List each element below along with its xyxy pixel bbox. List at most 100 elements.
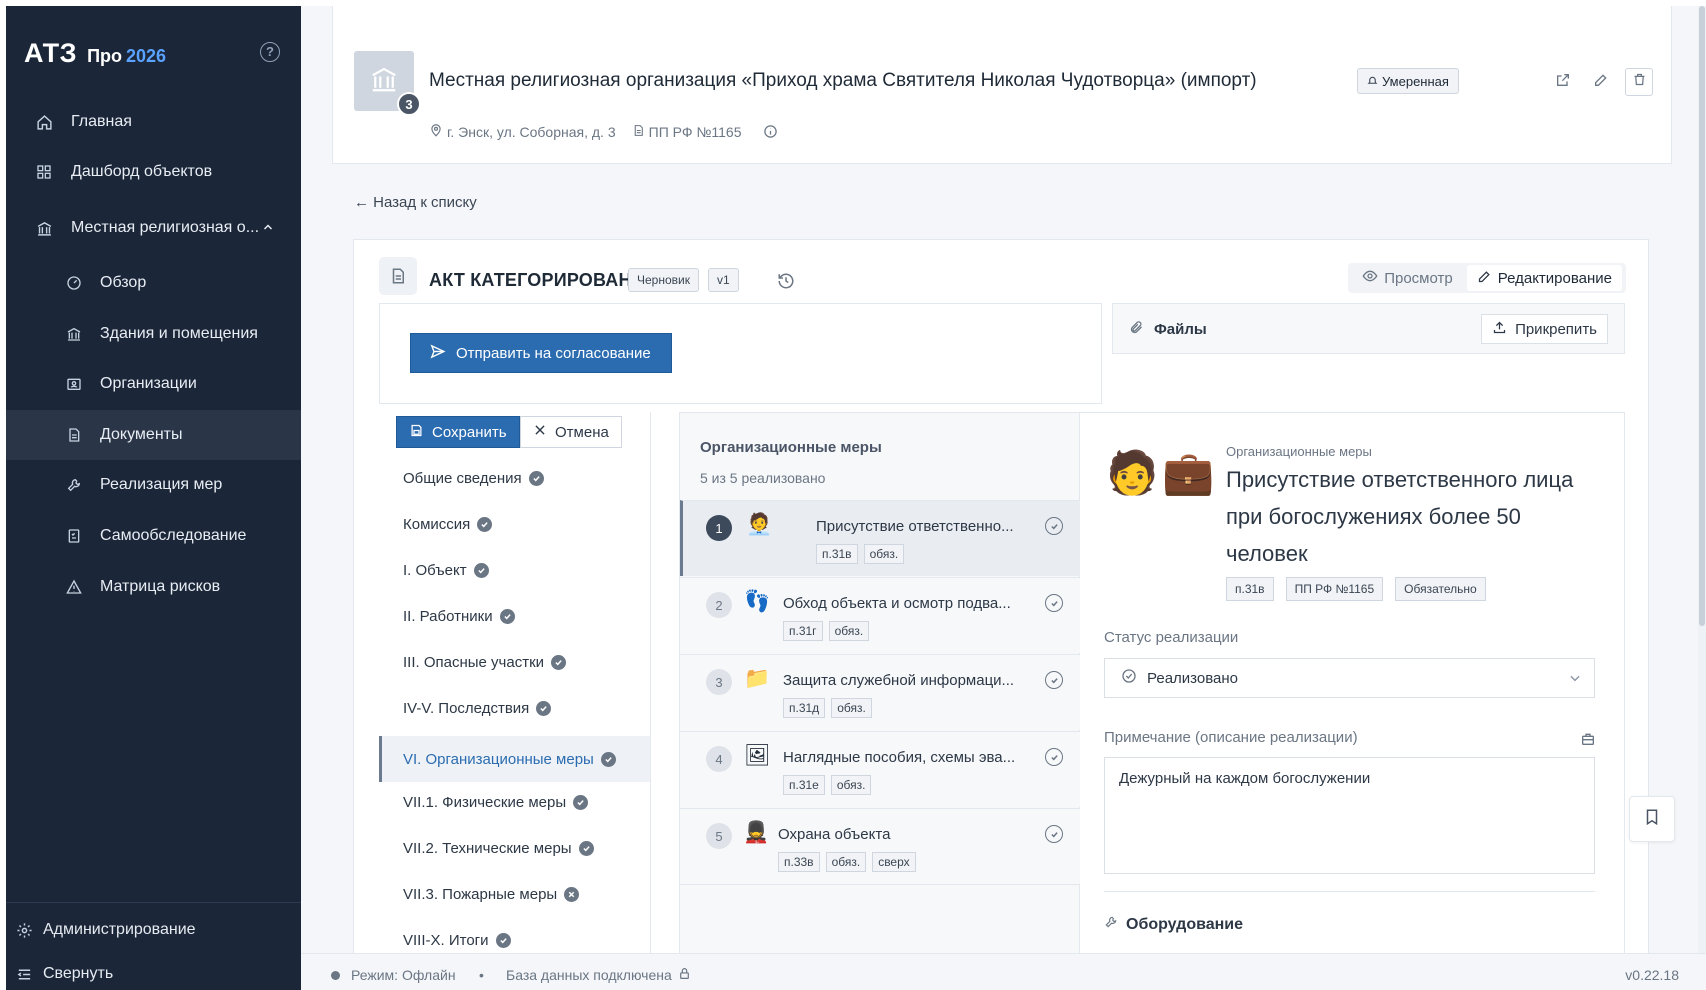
sidebar-subitem-overview[interactable]: Обзор <box>6 258 301 308</box>
section-label: VII.2. Технические меры <box>403 839 572 857</box>
section-item-active[interactable]: VI. Организационные меры <box>379 736 650 782</box>
attach-file-button[interactable]: Прикрепить <box>1481 314 1608 344</box>
back-to-list-link[interactable]: ← Назад к списку <box>354 194 477 211</box>
sidebar-subitem-measures[interactable]: Реализация мер <box>6 460 301 510</box>
measure-tag: Обязательно <box>1395 577 1486 601</box>
check-circle-icon <box>536 700 552 716</box>
db-status-text: База данных подключена <box>506 967 672 983</box>
sidebar-subitem-self-assessment[interactable]: Самообследование <box>6 511 301 561</box>
document-version-badge: v1 <box>708 268 739 292</box>
folder-icon: 📁 <box>744 667 771 690</box>
check-circle-icon[interactable] <box>1045 825 1063 843</box>
files-panel: Файлы Прикрепить <box>1112 303 1625 354</box>
gear-icon <box>16 922 33 939</box>
pencil-icon <box>1477 269 1492 288</box>
sidebar-collapse-button[interactable]: Свернуть <box>6 954 301 990</box>
chevron-up-icon[interactable] <box>262 221 274 236</box>
measure-row[interactable]: 2 👣 Обход объекта и осмотр подва... п.31… <box>680 577 1080 653</box>
save-button[interactable]: Сохранить <box>396 416 520 448</box>
chevron-down-icon <box>1568 671 1582 689</box>
document-card: АКТ КАТЕГОРИРОВАНИЯ Черновик v1 Просмотр… <box>353 239 1649 990</box>
sidebar-subitem-organizations[interactable]: Организации <box>6 359 301 409</box>
measure-number: 5 <box>706 823 732 849</box>
sidebar-item-label: Самообследование <box>100 527 247 544</box>
measure-row-active[interactable]: 1 🧑‍💼 Присутствие ответственно... п.31в … <box>680 500 1080 576</box>
detail-divider <box>1104 891 1595 892</box>
building-icon <box>64 324 84 344</box>
main-scrollbar[interactable] <box>1698 6 1706 953</box>
check-circle-icon <box>499 608 515 624</box>
measure-tag: обяз. <box>831 698 872 718</box>
sidebar-subitem-risk-matrix[interactable]: Матрица рисков <box>6 562 301 612</box>
submit-label: Отправить на согласование <box>456 344 651 362</box>
sidebar-item-dashboard[interactable]: Дашборд объектов <box>6 147 301 197</box>
section-item[interactable]: Общие сведения <box>379 460 650 496</box>
edit-object-button[interactable] <box>1587 68 1615 96</box>
measure-tag: обяз. <box>825 852 867 872</box>
check-circle-icon[interactable] <box>1045 517 1063 535</box>
measure-row[interactable]: 3 📁 Защита служебной информаци... п.31д … <box>680 654 1080 730</box>
template-icon[interactable] <box>1580 731 1596 752</box>
home-icon <box>34 112 54 132</box>
sidebar-item-home[interactable]: Главная <box>6 97 301 147</box>
section-item[interactable]: I. Объект <box>379 552 650 588</box>
section-item[interactable]: VII.3. Пожарные меры <box>379 876 650 912</box>
check-circle-icon[interactable] <box>1045 748 1063 766</box>
app-brand[interactable]: АТЗ Про 2026 <box>24 38 166 69</box>
section-label: Комиссия <box>403 515 471 533</box>
section-item[interactable]: VII.1. Физические меры <box>379 784 650 820</box>
check-circle-icon <box>578 840 594 856</box>
note-textarea[interactable]: Дежурный на каждом богослужении <box>1104 757 1595 874</box>
measure-row[interactable]: 4 🖼 Наглядные пособия, схемы эва... п.31… <box>680 731 1080 807</box>
document-icon <box>64 425 84 445</box>
equipment-section-header[interactable]: Оборудование <box>1104 915 1243 934</box>
status-select[interactable]: Реализовано <box>1104 658 1595 698</box>
info-icon[interactable] <box>763 124 778 139</box>
check-circle-icon[interactable] <box>1045 594 1063 612</box>
location-pin-icon <box>429 123 443 140</box>
status-value: Реализовано <box>1147 669 1238 687</box>
sidebar-item-label: Дашборд объектов <box>71 163 213 180</box>
measure-tag: п.33в <box>778 852 820 872</box>
status-bar: Режим: Офлайн • База данных подключена v… <box>301 953 1706 990</box>
address-text: г. Энск, ул. Соборная, д. 3 <box>447 123 616 140</box>
picture-icon: 🖼 <box>744 744 771 767</box>
history-icon[interactable] <box>777 272 795 295</box>
section-label: Общие сведения <box>403 469 522 487</box>
measure-tag: п.31в <box>816 544 858 564</box>
help-icon[interactable]: ? <box>260 42 280 62</box>
status-separator: • <box>479 967 484 983</box>
edit-mode-button[interactable]: Редактирование <box>1466 265 1622 291</box>
edit-mode-label: Редактирование <box>1497 269 1612 287</box>
delete-object-button[interactable] <box>1625 68 1653 96</box>
bookmark-button[interactable] <box>1629 796 1675 842</box>
section-item[interactable]: VII.2. Технические меры <box>379 830 650 866</box>
warning-icon <box>64 577 84 597</box>
check-circle-icon[interactable] <box>1045 671 1063 689</box>
collapse-icon <box>16 966 33 983</box>
document-icon <box>379 257 417 295</box>
submit-for-approval-button[interactable]: Отправить на согласование <box>410 333 672 373</box>
sidebar-item-object[interactable]: Местная религиозная о... <box>6 203 301 253</box>
section-item[interactable]: Комиссия <box>379 506 650 542</box>
measures-list: Организационные меры 5 из 5 реализовано … <box>680 413 1080 990</box>
measure-number: 3 <box>706 669 732 695</box>
measure-label: Обход объекта и осмотр подва... <box>783 595 1011 612</box>
sidebar-item-label: Реализация мер <box>100 476 223 493</box>
measure-tag: п.31г <box>783 621 823 641</box>
view-mode-button[interactable]: Просмотр <box>1352 265 1463 291</box>
cancel-button[interactable]: Отмена <box>520 416 622 448</box>
sidebar-subitem-buildings[interactable]: Здания и помещения <box>6 309 301 359</box>
sidebar-item-admin[interactable]: Администрирование <box>6 910 301 950</box>
sidebar-subitem-documents[interactable]: Документы <box>6 410 301 460</box>
measure-tag: обяз. <box>828 621 870 641</box>
open-external-button[interactable] <box>1549 68 1577 96</box>
section-item[interactable]: IV-V. Последствия <box>379 690 650 726</box>
section-item[interactable]: III. Опасные участки <box>379 644 650 680</box>
scrollbar-thumb[interactable] <box>1699 6 1705 626</box>
object-title: Местная религиозная организация «Приход … <box>429 70 1257 91</box>
measure-row[interactable]: 5 💂 Охрана объекта п.33в обяз. сверх <box>680 808 1080 885</box>
close-icon <box>533 423 547 441</box>
document-status-badge: Черновик <box>628 268 699 292</box>
section-item[interactable]: II. Работники <box>379 598 650 634</box>
